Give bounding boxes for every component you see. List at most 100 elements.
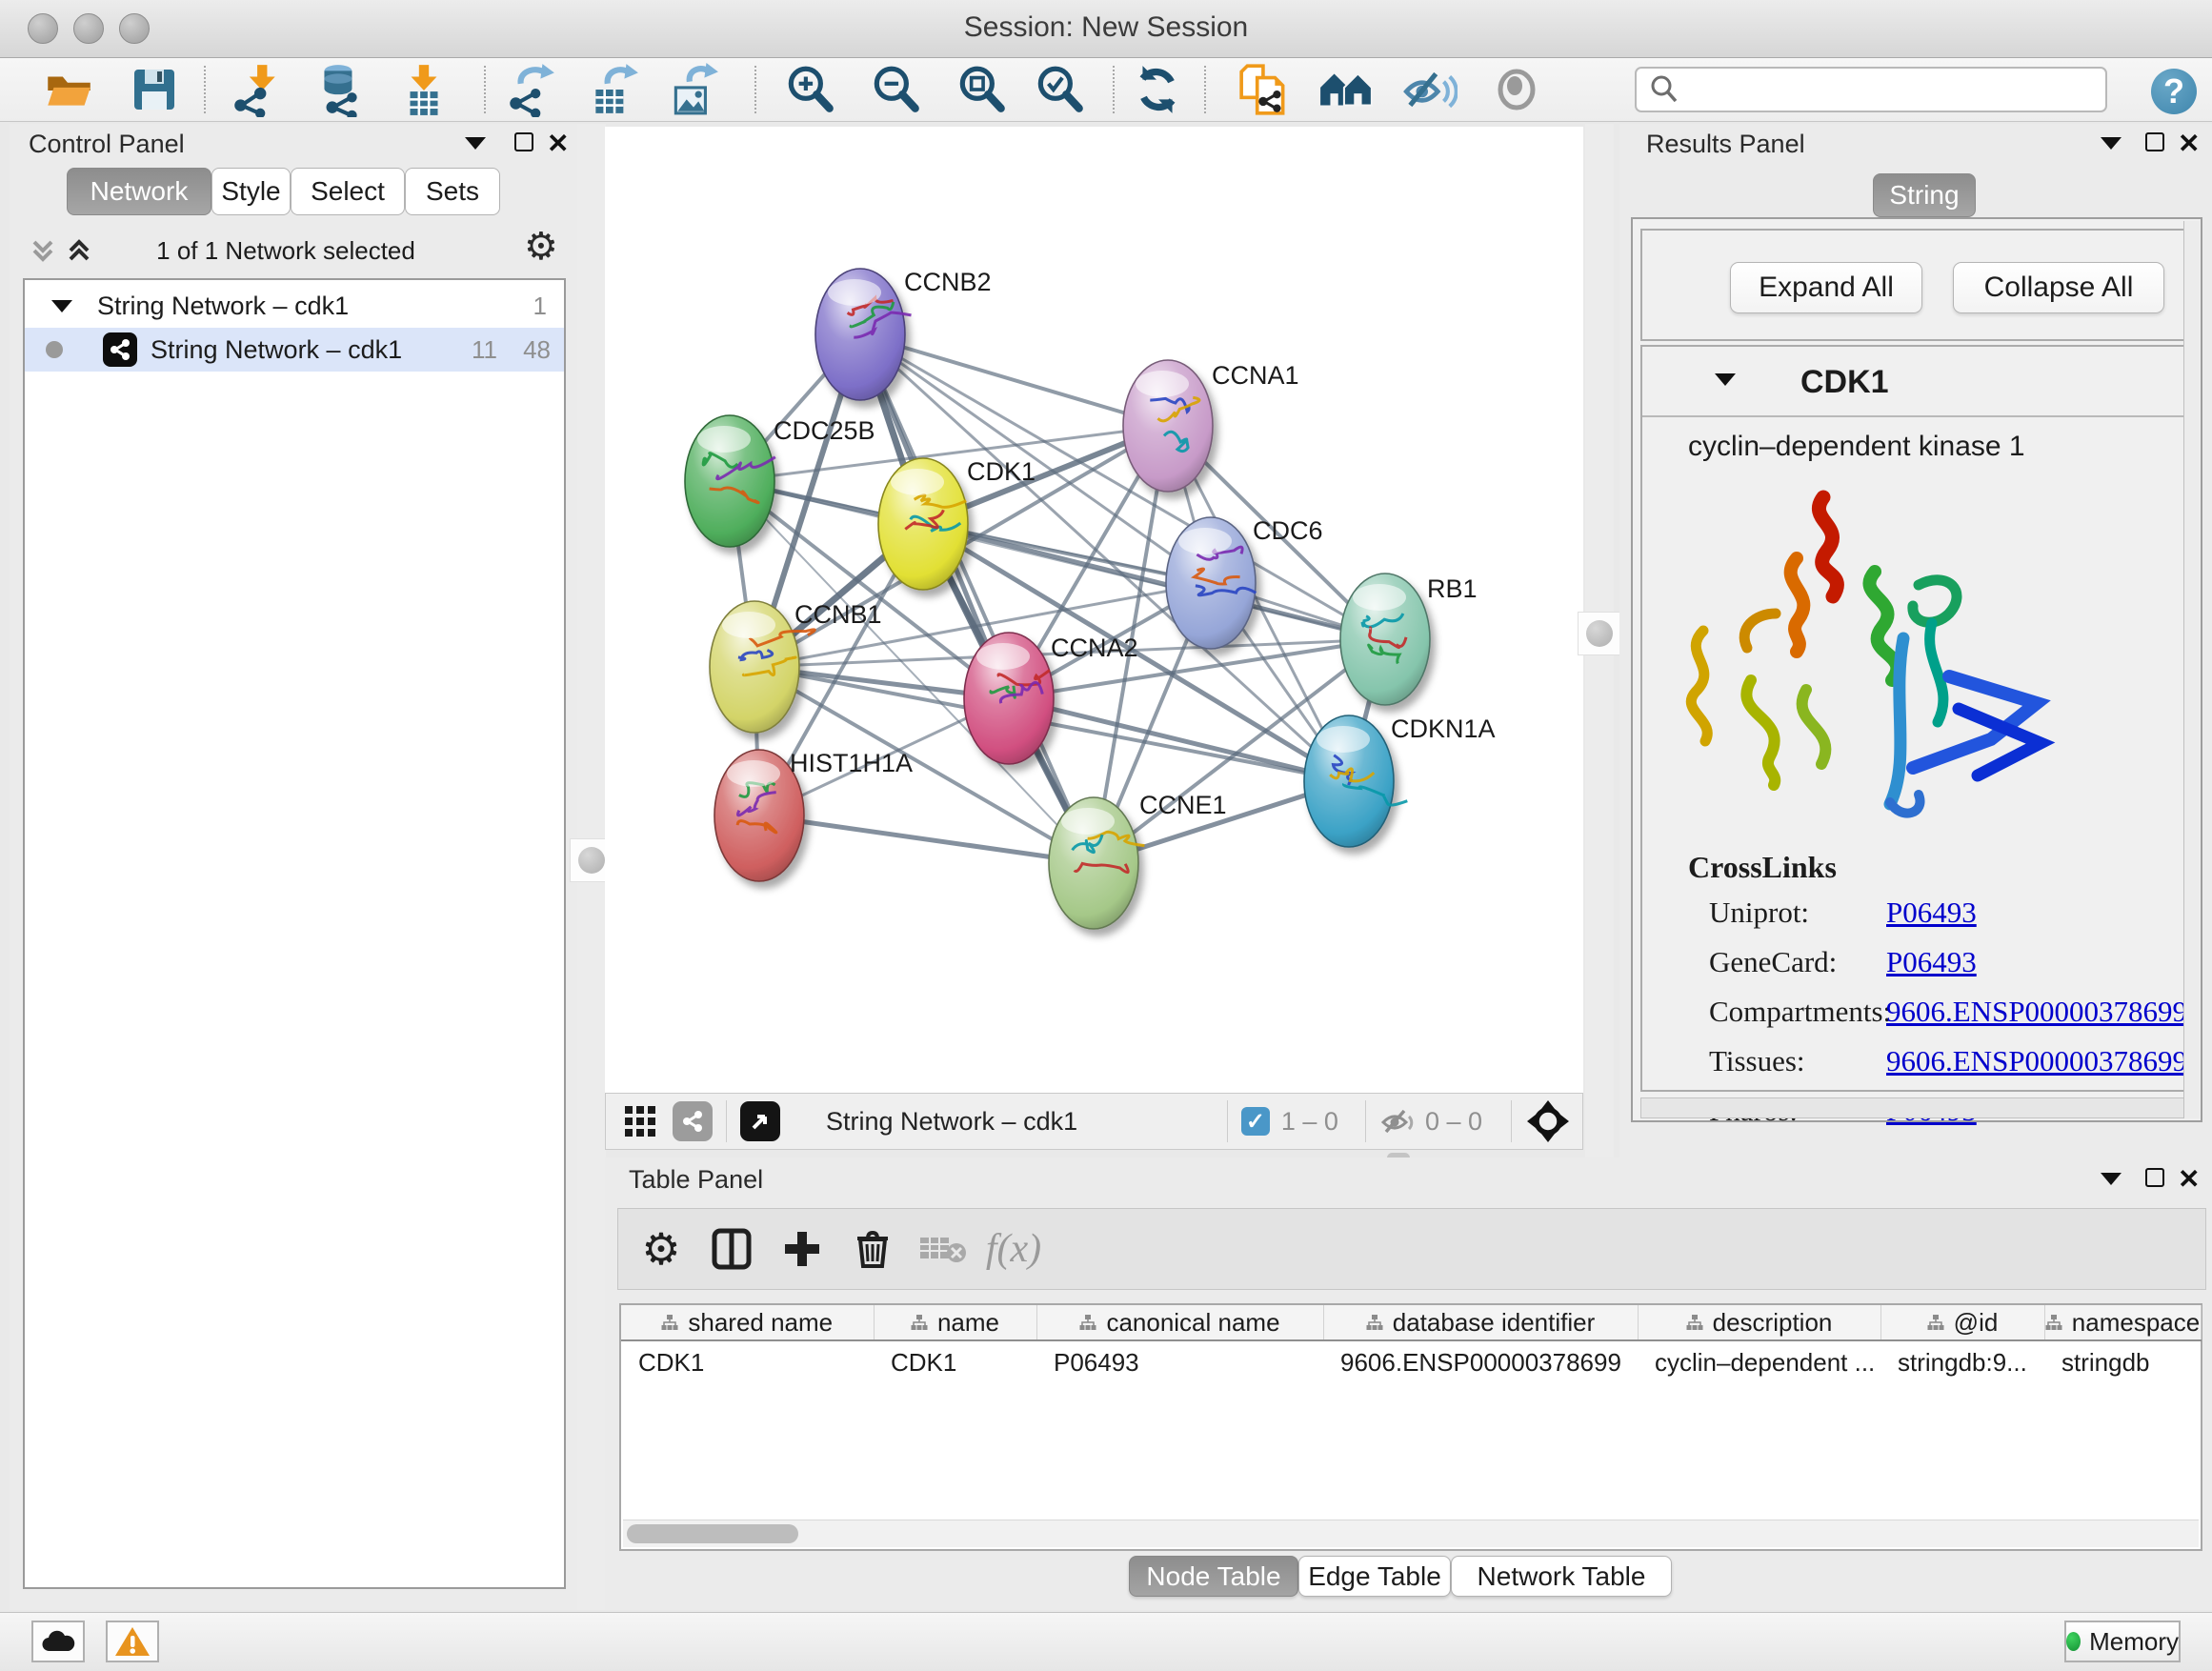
network-options-gear-icon[interactable]: ⚙ <box>524 225 558 269</box>
column-header-description[interactable]: description <box>1638 1305 1880 1340</box>
table-row[interactable]: CDK1CDK1P064939606.ENSP00000378699cyclin… <box>621 1340 2201 1383</box>
delete-column-trash-icon[interactable] <box>837 1216 908 1282</box>
table-cell[interactable]: 9606.ENSP00000378699 <box>1323 1340 1638 1383</box>
crosslink-link[interactable]: P06493 <box>1886 945 1977 979</box>
string-import-button[interactable] <box>1229 60 1301 119</box>
home-button[interactable] <box>1310 60 1382 119</box>
collapse-all-networks-icon[interactable] <box>63 234 95 272</box>
gene-expander-icon[interactable] <box>1715 373 1736 386</box>
table-cell[interactable]: CDK1 <box>874 1340 1036 1383</box>
node-table: shared namenamecanonical namedatabase id… <box>619 1303 2202 1551</box>
toolbar-separator <box>204 66 206 113</box>
gene-header-row[interactable]: CDK1 <box>1642 347 2191 417</box>
save-session-button[interactable] <box>118 60 191 119</box>
crosslink-link[interactable]: P06493 <box>1886 896 1977 930</box>
toolbar-separator <box>484 66 486 113</box>
crosslink-link[interactable]: 9606.ENSP00000378699 <box>1886 1044 2187 1078</box>
close-panel-icon[interactable]: ✕ <box>2178 128 2200 159</box>
export-network-button[interactable] <box>494 60 567 119</box>
close-panel-icon[interactable]: ✕ <box>2178 1163 2200 1195</box>
table-cell[interactable]: cyclin–dependent ... <box>1638 1340 1880 1383</box>
main-toolbar: ? <box>0 58 2212 122</box>
table-cell[interactable]: CDK1 <box>621 1340 874 1383</box>
column-header-name[interactable]: name <box>874 1305 1036 1340</box>
zoom-in-button[interactable] <box>774 60 846 119</box>
network-collection-row[interactable]: String Network – cdk1 1 <box>25 284 564 328</box>
search-icon <box>1648 73 1680 106</box>
panel-menu-icon[interactable] <box>465 137 486 150</box>
cloud-status-button[interactable] <box>31 1621 85 1662</box>
protein-structure-image <box>1663 471 2073 842</box>
column-header-database-identifier[interactable]: database identifier <box>1323 1305 1638 1340</box>
left-splitter[interactable] <box>577 124 606 1610</box>
tab-network[interactable]: Network <box>67 168 211 215</box>
tab-sets[interactable]: Sets <box>405 168 500 215</box>
node-label-ccnb2: CCNB2 <box>904 268 992 296</box>
collection-expander-icon[interactable] <box>51 300 72 312</box>
results-vertical-scrollbar[interactable] <box>2183 221 2200 1118</box>
table-settings-gear-icon[interactable]: ⚙ <box>626 1216 696 1282</box>
show-columns-icon[interactable] <box>696 1216 767 1282</box>
close-panel-icon[interactable]: ✕ <box>547 128 569 159</box>
float-panel-icon[interactable] <box>2145 1168 2164 1187</box>
hide-selected-button[interactable] <box>1393 60 1465 119</box>
memory-button[interactable]: Memory <box>2064 1621 2181 1662</box>
search-input[interactable] <box>1680 74 2084 106</box>
panel-menu-icon[interactable] <box>2101 1173 2122 1185</box>
fit-content-crosshair-icon[interactable] <box>1525 1098 1571 1144</box>
tab-network-table[interactable]: Network Table <box>1451 1556 1672 1597</box>
expand-all-networks-icon[interactable] <box>27 234 59 272</box>
expand-all-button[interactable]: Expand All <box>1730 262 1922 313</box>
tab-edge-table[interactable]: Edge Table <box>1298 1556 1451 1597</box>
node-label-ccne1: CCNE1 <box>1139 791 1227 819</box>
network-overview-icon[interactable] <box>673 1101 713 1141</box>
warnings-button[interactable] <box>106 1621 159 1662</box>
float-panel-icon[interactable] <box>514 132 533 151</box>
column-header--id[interactable]: @id <box>1880 1305 2044 1340</box>
collapse-all-button[interactable]: Collapse All <box>1953 262 2164 313</box>
open-session-button[interactable] <box>32 60 105 119</box>
tab-string[interactable]: String <box>1873 173 1976 217</box>
function-builder-fx-icon: f(x) <box>978 1216 1049 1282</box>
column-header-namespace[interactable]: namespace <box>2044 1305 2201 1340</box>
results-horizontal-scrollbar[interactable] <box>1640 1097 2193 1118</box>
import-network-file-button[interactable] <box>219 60 292 119</box>
column-header-canonical-name[interactable]: canonical name <box>1036 1305 1323 1340</box>
table-cell[interactable]: stringdb <box>2044 1340 2201 1383</box>
tab-select[interactable]: Select <box>291 168 405 215</box>
right-splitter[interactable] <box>1585 124 1614 1158</box>
tab-node-table[interactable]: Node Table <box>1129 1556 1298 1597</box>
column-header-shared-name[interactable]: shared name <box>621 1305 874 1340</box>
refresh-button[interactable] <box>1121 60 1194 119</box>
node-label-ccna2: CCNA2 <box>1051 634 1138 662</box>
column-type-icon <box>661 1314 678 1331</box>
warning-triangle-icon <box>114 1625 151 1658</box>
string-network-graph[interactable]: CCNB2CCNA1CDC25BCDK1CDC6RB1CCNB1CCNA2CDK… <box>605 127 1583 1093</box>
import-network-database-button[interactable] <box>303 60 375 119</box>
zoom-out-button[interactable] <box>859 60 932 119</box>
control-panel-title: Control Panel <box>29 130 185 159</box>
scrollbar-thumb[interactable] <box>627 1524 798 1543</box>
network-canvas[interactable]: CCNB2CCNA1CDC25BCDK1CDC6RB1CCNB1CCNA2CDK… <box>605 127 1583 1093</box>
export-table-button[interactable] <box>577 60 650 119</box>
import-table-button[interactable] <box>388 60 460 119</box>
table-cell[interactable]: stringdb:9... <box>1880 1340 2044 1383</box>
splitter-handle[interactable] <box>1578 612 1621 655</box>
panel-menu-icon[interactable] <box>2101 137 2122 150</box>
crosslink-link[interactable]: 9606.ENSP00000378699 <box>1886 995 2187 1029</box>
tab-style[interactable]: Style <box>211 168 291 215</box>
help-button[interactable]: ? <box>2151 69 2197 114</box>
table-horizontal-scrollbar[interactable] <box>623 1520 2199 1547</box>
create-column-plus-icon[interactable] <box>767 1216 837 1282</box>
network-row-selected[interactable]: String Network – cdk1 11 48 <box>25 328 564 372</box>
grid-view-icon[interactable] <box>621 1100 659 1143</box>
zoom-fit-button[interactable] <box>945 60 1017 119</box>
show-all-button[interactable] <box>1480 60 1553 119</box>
float-panel-icon[interactable] <box>2145 132 2164 151</box>
selected-count-checkbox-icon[interactable]: ✓ <box>1241 1107 1270 1136</box>
table-cell[interactable]: P06493 <box>1036 1340 1323 1383</box>
zoom-selected-button[interactable] <box>1023 60 1096 119</box>
birdseye-icon[interactable] <box>740 1101 780 1141</box>
node-table-grid[interactable]: shared namenamecanonical namedatabase id… <box>621 1305 2202 1383</box>
export-image-button[interactable] <box>657 60 730 119</box>
